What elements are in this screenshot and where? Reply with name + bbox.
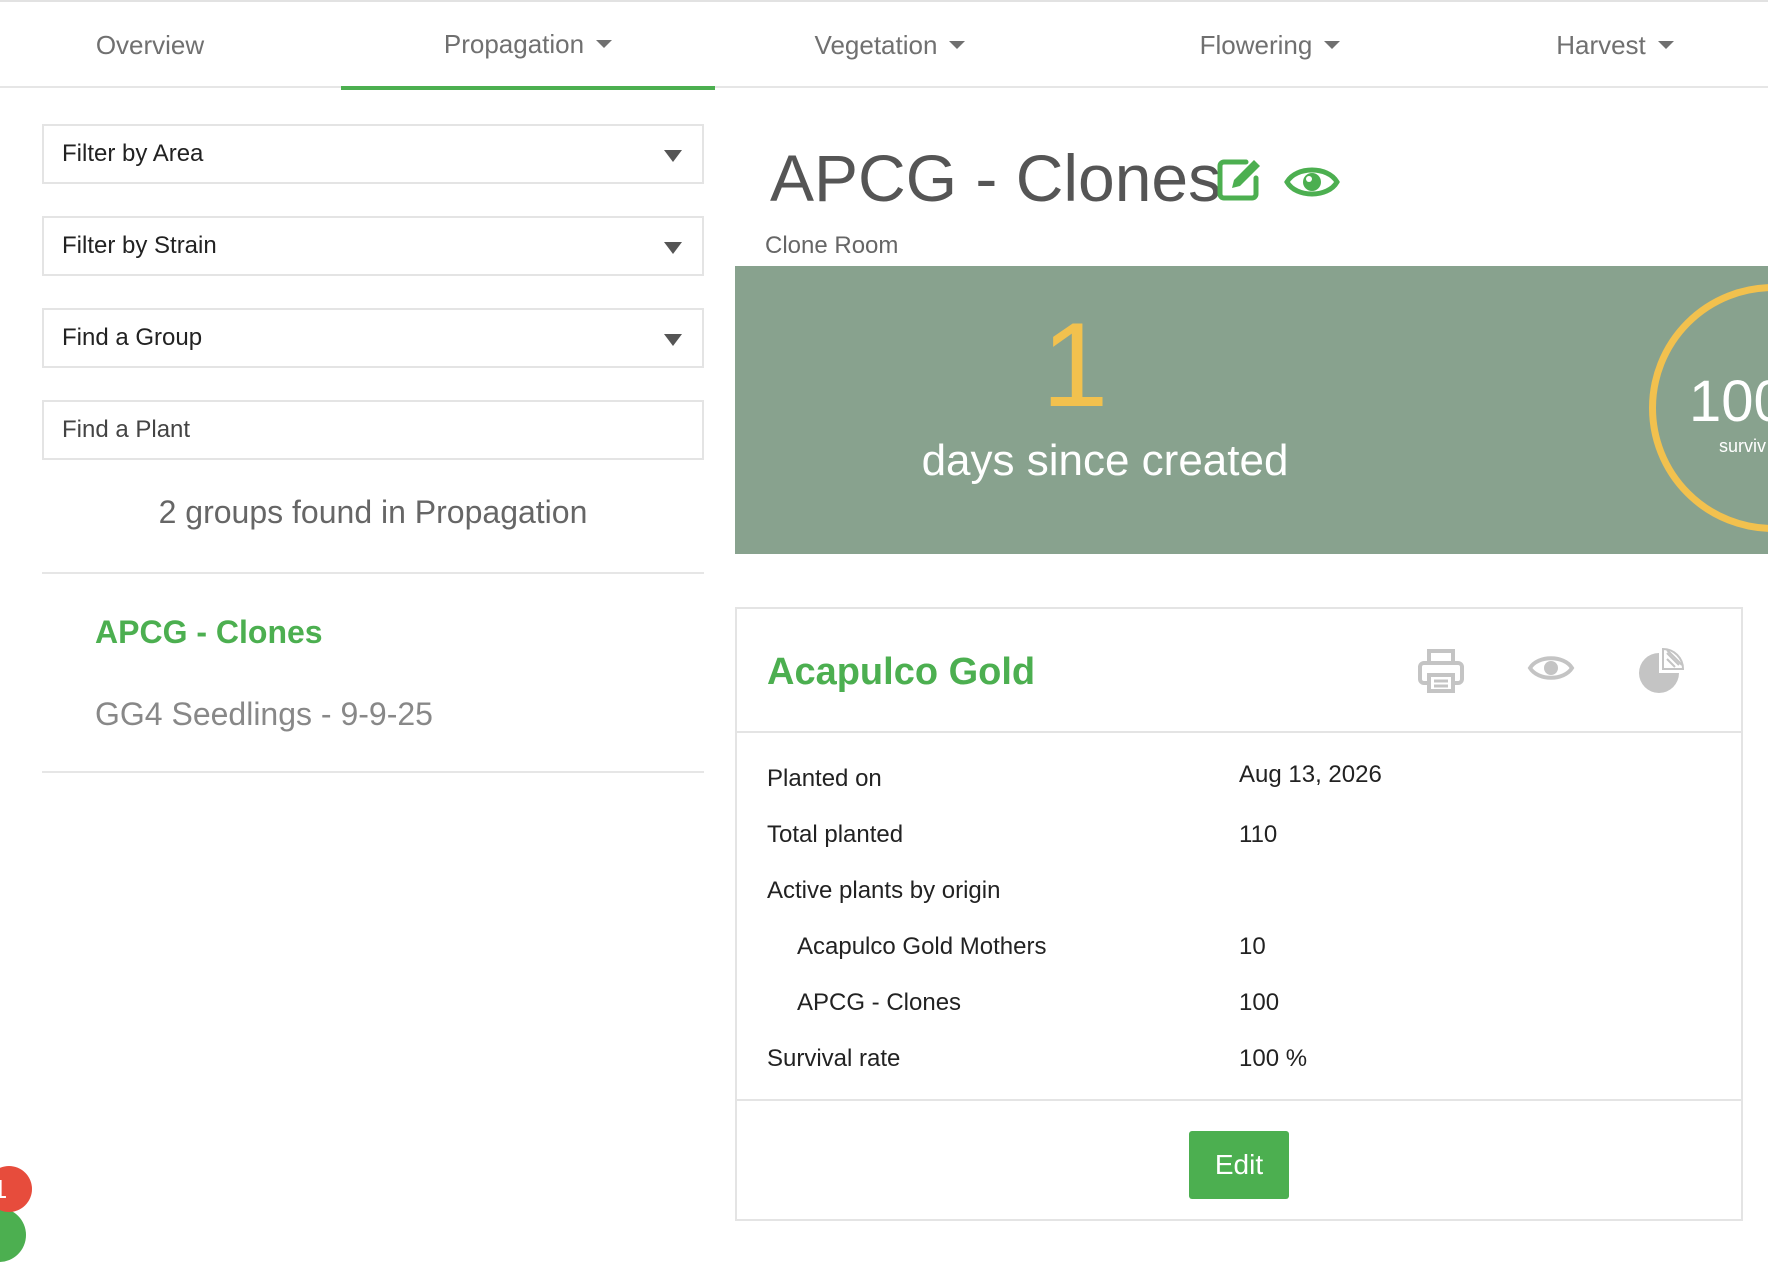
detail-label: Active plants by origin	[767, 877, 1001, 904]
detail-label: Survival rate	[767, 1045, 901, 1072]
detail-row: Total planted 110	[737, 821, 1741, 861]
tab-harvest[interactable]: Harvest	[1470, 2, 1760, 88]
pie-chart-icon[interactable]	[1637, 647, 1685, 700]
find-plant-field[interactable]	[42, 400, 704, 460]
detail-value: 110	[1239, 821, 1278, 848]
tab-overview[interactable]: Overview	[0, 2, 300, 88]
eye-icon[interactable]	[1284, 160, 1340, 209]
tab-flowering[interactable]: Flowering	[1100, 2, 1440, 88]
tab-label: Vegetation	[814, 29, 938, 60]
detail-label: Total planted	[767, 821, 904, 848]
find-group-select[interactable]: Find a Group	[42, 308, 704, 368]
detail-label: Planted on	[767, 765, 882, 792]
detail-row: APCG - Clones 100	[737, 989, 1741, 1029]
survival-value: 100	[1689, 369, 1768, 434]
filter-strain-select[interactable]: Filter by Strain	[42, 216, 704, 276]
caret-down-icon	[596, 40, 613, 48]
dropdown-arrow-icon	[664, 334, 682, 346]
divider	[42, 572, 704, 574]
filter-area-label: Filter by Area	[62, 140, 204, 167]
detail-row: Planted on Aug 13, 2026	[737, 761, 1741, 805]
find-plant-input[interactable]	[62, 416, 682, 444]
groups-found-text: 2 groups found in Propagation	[158, 494, 588, 530]
dropdown-arrow-icon	[664, 150, 682, 162]
caret-down-icon	[1324, 41, 1341, 49]
divider	[42, 771, 704, 773]
chat-launcher-button[interactable]	[0, 1208, 26, 1262]
tab-vegetation[interactable]: Vegetation	[715, 2, 1065, 88]
detail-label: Acapulco Gold Mothers	[797, 933, 1047, 960]
dropdown-arrow-icon	[664, 242, 682, 254]
detail-value: 100 %	[1239, 1045, 1308, 1072]
group-item-apcg-clones[interactable]: APCG - Clones	[95, 614, 323, 651]
caret-down-icon	[949, 41, 966, 49]
location-label: Clone Room	[765, 232, 899, 259]
page-title: APCG - Clones	[770, 141, 1222, 215]
eye-icon[interactable]	[1527, 651, 1575, 690]
find-group-label: Find a Group	[62, 324, 203, 351]
days-count: 1	[1041, 298, 1109, 432]
filter-area-select[interactable]: Filter by Area	[42, 124, 704, 184]
detail-row: Acapulco Gold Mothers 10	[737, 933, 1741, 973]
group-stats-banner: 1 days since created 100 surviv	[735, 266, 1768, 554]
survival-label: surviv	[1719, 436, 1767, 456]
tab-label: Propagation	[443, 28, 585, 59]
detail-label: APCG - Clones	[797, 989, 962, 1016]
detail-value: 10	[1239, 933, 1266, 960]
edit-icon[interactable]	[1216, 156, 1264, 207]
detail-row: Active plants by origin	[737, 877, 1741, 917]
print-icon[interactable]	[1417, 647, 1465, 700]
days-caption: days since created	[921, 436, 1289, 485]
caret-down-icon	[1657, 41, 1674, 49]
tab-label: Flowering	[1199, 29, 1313, 60]
detail-value: Aug 13, 2026	[1239, 761, 1382, 788]
tab-propagation[interactable]: Propagation	[341, 2, 715, 90]
strain-card: Acapulco Gold Planted on Aug 13, 2026 To…	[735, 607, 1743, 1221]
group-item-gg4-seedlings[interactable]: GG4 Seedlings - 9-9-25	[95, 696, 433, 733]
edit-button[interactable]: Edit	[1189, 1131, 1289, 1199]
detail-row: Survival rate 100 %	[737, 1045, 1741, 1085]
card-header: Acapulco Gold	[737, 609, 1741, 733]
filter-strain-label: Filter by Strain	[62, 232, 217, 259]
card-footer: Edit	[737, 1099, 1741, 1221]
tab-label: Harvest	[1556, 29, 1646, 60]
tab-label: Overview	[95, 29, 205, 60]
detail-value: 100	[1239, 989, 1280, 1016]
stage-tabs: Overview Propagation Vegetation Flowerin…	[0, 0, 1768, 90]
strain-title[interactable]: Acapulco Gold	[767, 651, 1035, 694]
notification-badge: 1	[0, 1166, 32, 1212]
